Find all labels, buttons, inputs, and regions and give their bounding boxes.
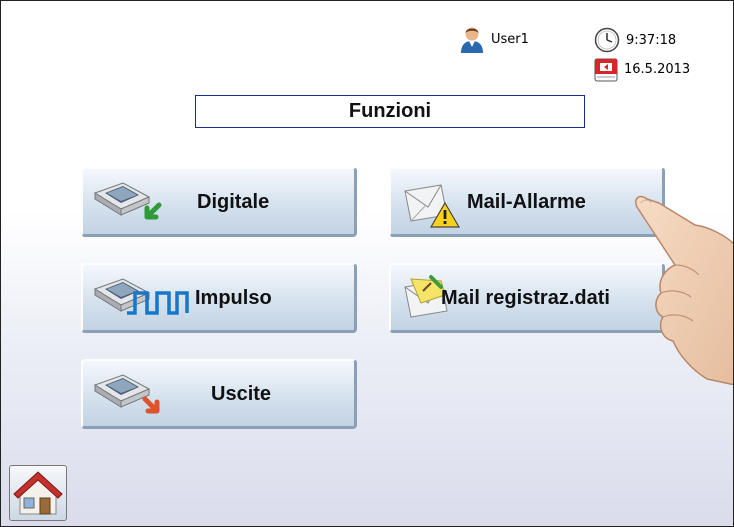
date-indicator: 16.5.2013	[594, 56, 690, 82]
digitale-label: Digitale	[197, 191, 270, 213]
clock-icon	[594, 27, 620, 53]
mail-registraz-button[interactable]: Mail registraz.dati	[389, 263, 665, 333]
user-icon	[461, 27, 483, 53]
calendar-icon	[594, 58, 618, 82]
pulse-icon	[127, 291, 189, 315]
mail-allarme-button[interactable]: Mail-Allarme	[389, 167, 665, 237]
hand-pointer-icon	[635, 195, 733, 385]
impulso-label: Impulso	[195, 287, 272, 309]
digitale-button[interactable]: Digitale	[81, 167, 357, 237]
page-title: Funzioni	[195, 95, 585, 128]
clock-indicator: 9:37:18	[594, 27, 676, 53]
user-name: User1	[491, 31, 529, 47]
uscite-label: Uscite	[211, 383, 272, 405]
uscite-button[interactable]: Uscite	[81, 359, 357, 429]
home-icon	[13, 471, 63, 515]
mail-allarme-label: Mail-Allarme	[467, 191, 586, 213]
device-input-icon	[93, 182, 162, 220]
impulso-button[interactable]: Impulso	[81, 263, 357, 333]
clock-time: 9:37:18	[626, 32, 677, 48]
user-indicator: User1	[459, 25, 529, 53]
mail-warning-icon	[404, 184, 461, 228]
home-button[interactable]	[9, 465, 67, 521]
device-output-icon	[93, 374, 160, 414]
date-value: 16.5.2013	[624, 61, 691, 77]
mail-registraz-label: Mail registraz.dati	[441, 287, 610, 309]
screen: User1 9:37:18 16.5.2013 Funzioni Digital…	[0, 0, 734, 527]
